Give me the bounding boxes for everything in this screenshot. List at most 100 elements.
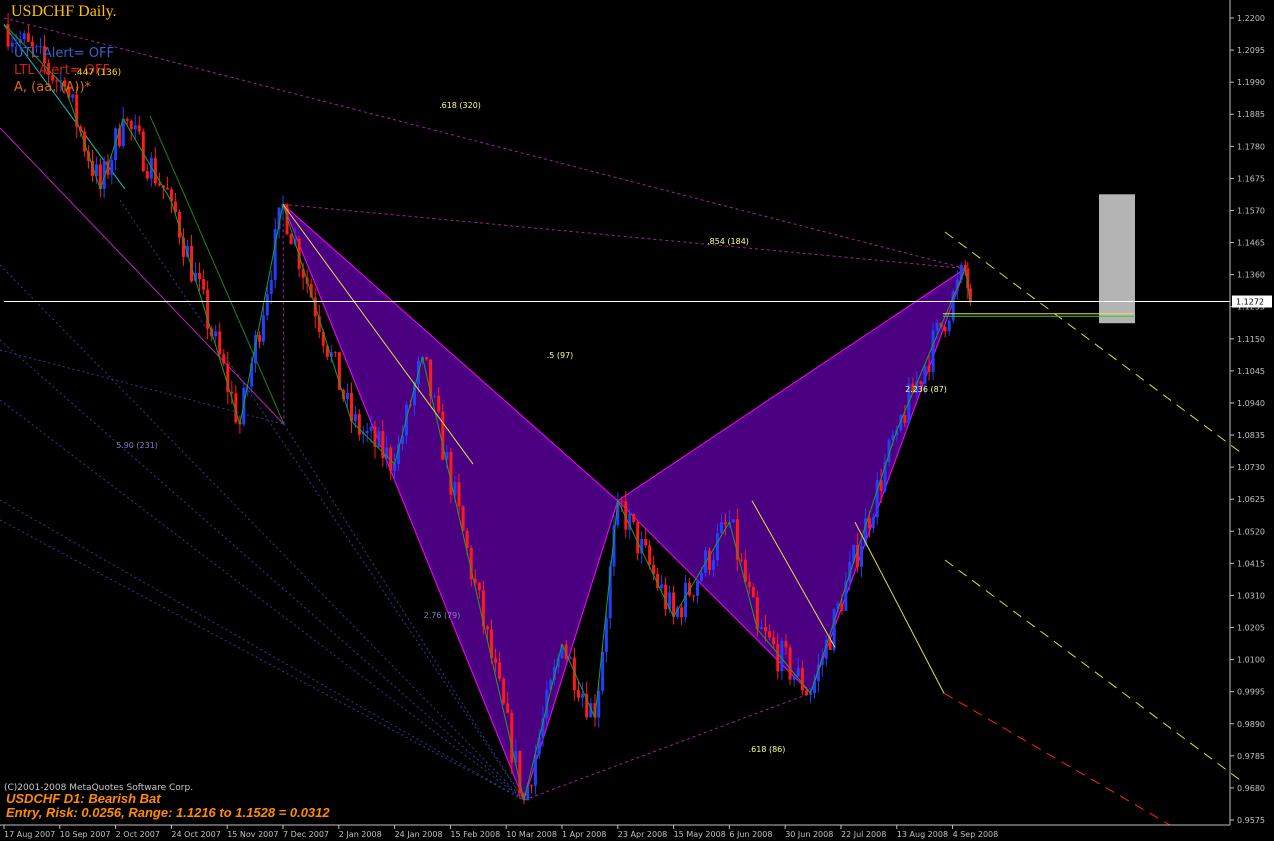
date-tick-label: 22 Jul 2008 (841, 830, 886, 839)
candle-body (125, 118, 129, 121)
price-tick-label: 1.0730 (1237, 463, 1265, 472)
candle-body (947, 320, 951, 332)
candle-body (620, 500, 624, 502)
candle-body (369, 426, 373, 431)
candle-body (800, 668, 804, 691)
candle-body (345, 392, 349, 399)
candle-body (153, 158, 157, 184)
candle-body (632, 514, 636, 522)
candle-body (931, 330, 935, 372)
candle-body (768, 631, 772, 638)
price-tick-label: 1.1360 (1237, 271, 1265, 280)
candle-body (26, 33, 30, 42)
candle (518, 750, 522, 800)
candle-body (129, 120, 133, 130)
price-tick-label: 1.2095 (1237, 46, 1265, 55)
date-tick-label: 15 Nov 2007 (227, 830, 278, 839)
candle-body (792, 675, 796, 680)
date-tick-label: 6 Jun 2008 (729, 830, 772, 839)
candle-body (664, 584, 668, 610)
candle-body (660, 584, 664, 588)
candle-body (333, 352, 337, 354)
candle-body (568, 657, 572, 659)
candle-body (860, 546, 864, 567)
candle-body (700, 573, 703, 581)
date-tick-label: 15 Feb 2008 (450, 830, 500, 839)
price-tick-label: 1.1675 (1237, 174, 1265, 183)
candle-body (537, 737, 541, 755)
candle-body (680, 607, 684, 618)
date-tick-label: 10 Mar 2008 (506, 830, 557, 839)
price-tick-label: 1.2200 (1237, 14, 1265, 23)
price-tick-label: 1.0940 (1237, 399, 1265, 408)
candle-body (433, 395, 437, 397)
entry-label: Entry, Risk: 0.0256, Range: 1.1216 to 1.… (6, 805, 330, 820)
candle-body (935, 322, 939, 331)
price-tick-label: 1.1570 (1237, 206, 1265, 215)
candle-body (804, 690, 808, 695)
price-tick-label: 1.0835 (1237, 431, 1265, 440)
candle-body (133, 125, 137, 130)
candle-body (581, 693, 585, 698)
candle-body (923, 366, 927, 384)
candle-body (784, 641, 788, 648)
candle-body (871, 517, 875, 529)
candle-body (498, 662, 502, 679)
date-tick-label: 17 Aug 2007 (4, 830, 55, 839)
price-tick-label: 1.1045 (1237, 367, 1265, 376)
price-tick-label: 1.1990 (1237, 78, 1265, 87)
fib-label: 2.236 (87) (905, 385, 947, 394)
candle-body (927, 366, 931, 372)
candle-body (250, 363, 254, 387)
candle-body (739, 559, 743, 561)
candle-body (780, 641, 784, 672)
date-tick-label: 7 Dec 2007 (283, 830, 329, 839)
pattern-label: USDCHF D1: Bearish Bat (6, 791, 161, 806)
candle-body (257, 334, 261, 342)
date-tick-label: 4 Sep 2008 (953, 830, 999, 839)
candle (788, 644, 792, 686)
candle-body (202, 279, 206, 290)
candle-body (357, 414, 361, 435)
candle-body (218, 331, 222, 355)
candle-body (222, 354, 226, 364)
candle-body (485, 626, 489, 630)
price-tick-label: 1.0310 (1237, 591, 1265, 600)
current-price-label: 1.1272 (1236, 298, 1264, 307)
candle-body (648, 545, 652, 565)
candle (461, 505, 465, 532)
price-tick-label: 0.9575 (1237, 816, 1265, 825)
candle-body (692, 595, 696, 597)
candle-body (461, 506, 465, 531)
candle-body (506, 703, 510, 713)
candle-body (289, 234, 293, 245)
chart-title: USDCHF Daily. (11, 3, 117, 20)
fib-label: .618 (86) (749, 745, 786, 754)
fib-label: 2.76 (79) (424, 611, 461, 620)
candle-body (672, 592, 676, 617)
candle-body (796, 668, 800, 676)
candle-body (198, 273, 202, 280)
candle-body (943, 326, 947, 332)
price-tick-label: 1.0520 (1237, 527, 1265, 536)
fib-label: .854 (184) (707, 237, 749, 246)
candle-body (145, 171, 149, 179)
candle-body (707, 550, 711, 570)
price-chart[interactable]: .618 (320) .854 (184) .5 (97) 2.236 (87) .61… (0, 0, 1274, 841)
candle-body (165, 187, 169, 190)
candle-body (261, 315, 265, 342)
price-tick-label: 0.9890 (1237, 720, 1265, 729)
candle-body (110, 160, 114, 175)
candle-body (530, 785, 534, 787)
price-tick-label: 0.9785 (1237, 752, 1265, 761)
price-tick-label: 1.0205 (1237, 624, 1265, 633)
candle (141, 128, 145, 173)
candle-body (477, 582, 481, 591)
fib-label: .618 (320) (439, 101, 481, 110)
candle-body (457, 482, 461, 507)
candle (931, 322, 935, 381)
candle-body (840, 603, 844, 611)
fib-label: 5.90 (231) (116, 441, 158, 450)
candle-body (711, 560, 715, 570)
candle-body (788, 647, 792, 680)
